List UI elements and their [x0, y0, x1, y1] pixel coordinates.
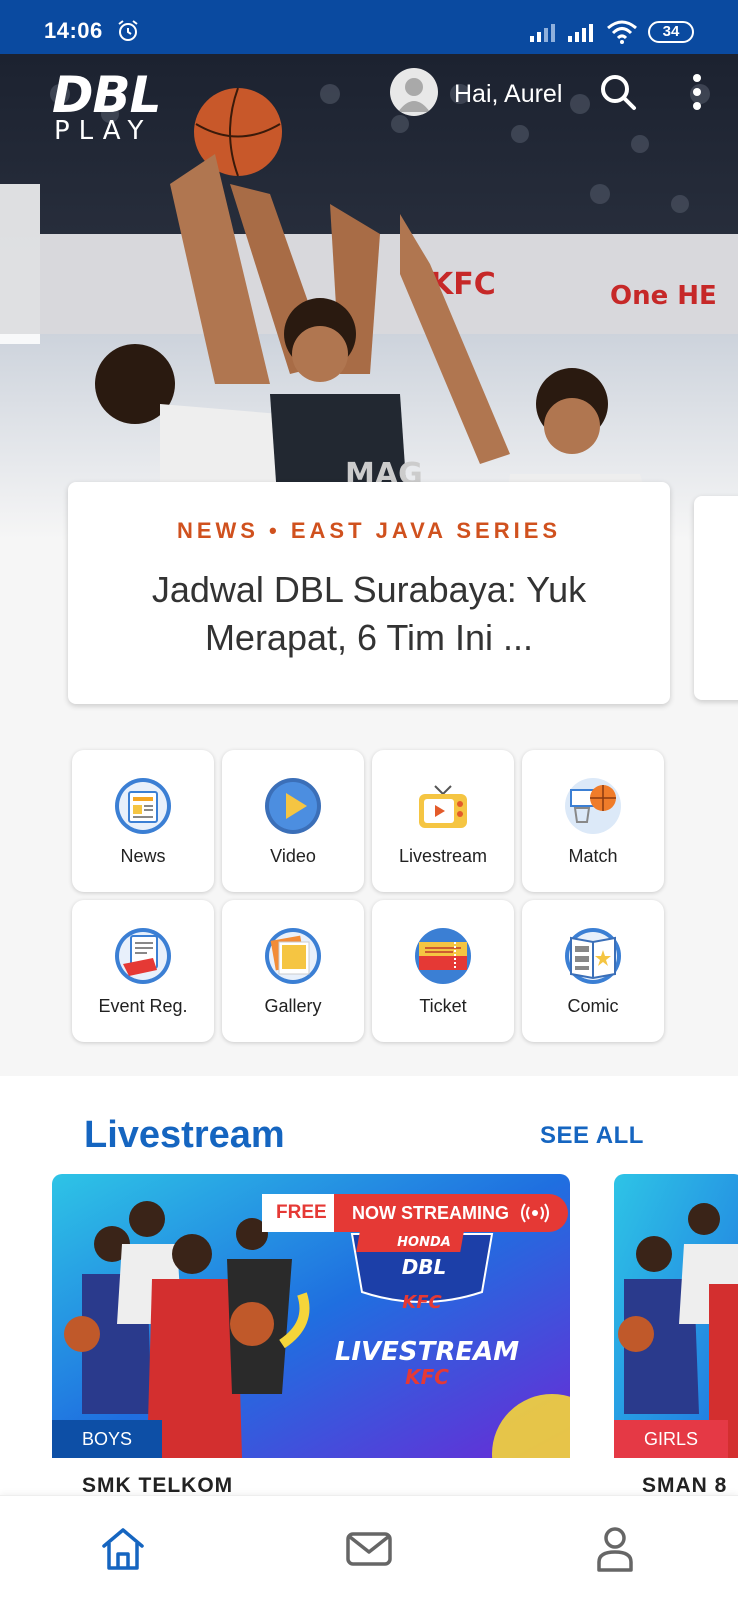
mail-icon[interactable] — [344, 1524, 394, 1574]
now-streaming-label: NOW STREAMING — [352, 1203, 509, 1223]
menu-label: Gallery — [264, 996, 322, 1016]
menu-video-button[interactable]: Video — [222, 750, 364, 892]
battery-indicator: 34 — [648, 21, 694, 43]
comic-icon — [565, 928, 621, 984]
menu-ticket-button[interactable]: Ticket — [372, 900, 514, 1042]
banner-logo-text: DBL — [402, 1255, 447, 1279]
featured-news-card[interactable]: NEWS • EAST JAVA SERIES Jadwal DBL Surab… — [68, 482, 670, 704]
now-streaming-badge: NOW STREAMING — [334, 1194, 569, 1232]
search-icon[interactable] — [598, 72, 638, 112]
status-bar: 14:06 34 — [0, 0, 738, 54]
event-reg-icon — [115, 928, 171, 984]
menu-match-button[interactable]: Match — [522, 750, 664, 892]
banner-with-text: KFC — [402, 1292, 442, 1313]
user-avatar-icon — [398, 78, 430, 112]
news-title: Jadwal DBL Surabaya: Yuk Merapat, 6 Tim … — [151, 569, 587, 658]
banner-brand-text: HONDA — [397, 1235, 451, 1250]
signal-icon — [568, 24, 593, 42]
video-icon — [265, 778, 321, 834]
category-tag: GIRLS — [614, 1420, 729, 1458]
match-icon — [565, 778, 621, 834]
status-time: 14:06 — [44, 18, 103, 43]
app-screen: 14:06 34 KFC One HE MAG DBL PLAY Hai, Au… — [0, 0, 738, 1600]
bottom-navigation — [0, 1495, 738, 1600]
menu-news-button[interactable]: News — [72, 750, 214, 892]
logo-main-text: DBL — [52, 66, 161, 124]
menu-event-reg-button[interactable]: Event Reg. — [72, 900, 214, 1042]
menu-gallery-button[interactable]: Gallery — [222, 900, 364, 1042]
section-title: Livestream — [84, 1114, 285, 1156]
home-icon[interactable] — [98, 1524, 148, 1574]
ticket-icon — [415, 928, 471, 984]
category-tag: BOYS — [52, 1420, 163, 1458]
next-news-card[interactable] — [694, 496, 738, 700]
logo-sub-text: PLAY — [54, 116, 153, 146]
signal-icon — [530, 24, 555, 42]
menu-label: Match — [568, 846, 618, 866]
user-icon[interactable] — [590, 1524, 640, 1574]
banner-livestream-text: LIVESTREAM — [335, 1337, 519, 1367]
livestream-thumbnail — [614, 1174, 738, 1458]
menu-label: Comic — [567, 996, 619, 1016]
livestream-card[interactable]: GIRLS — [614, 1174, 738, 1458]
wifi-icon — [607, 20, 637, 44]
avatar[interactable] — [390, 68, 438, 116]
banner-sponsor-text: KFC — [405, 1365, 449, 1389]
news-icon — [115, 778, 171, 834]
see-all-link[interactable]: SEE ALL — [540, 1122, 644, 1150]
livestream-icon — [419, 785, 467, 828]
svg-text:One HE: One HE — [610, 281, 717, 311]
menu-label: News — [120, 846, 166, 866]
broadcast-icon — [521, 1203, 550, 1223]
livestream-card[interactable]: HONDA DBL KFC LIVESTREAM KFC FREE NOW ST… — [52, 1174, 570, 1458]
gallery-icon — [265, 928, 321, 984]
user-greeting: Hai, Aurel — [454, 80, 563, 108]
news-category: NEWS • EAST JAVA SERIES — [176, 518, 562, 543]
dbl-play-logo: DBL PLAY — [52, 66, 161, 146]
menu-label: Event Reg. — [98, 996, 188, 1016]
menu-livestream-button[interactable]: Livestream — [372, 750, 514, 892]
menu-label: Video — [270, 846, 316, 866]
menu-label: Ticket — [419, 996, 467, 1016]
menu-label: Livestream — [398, 846, 488, 866]
alarm-icon — [118, 20, 138, 41]
free-badge: FREE — [262, 1194, 341, 1232]
more-vertical-icon[interactable] — [680, 70, 714, 114]
menu-comic-button[interactable]: Comic — [522, 900, 664, 1042]
